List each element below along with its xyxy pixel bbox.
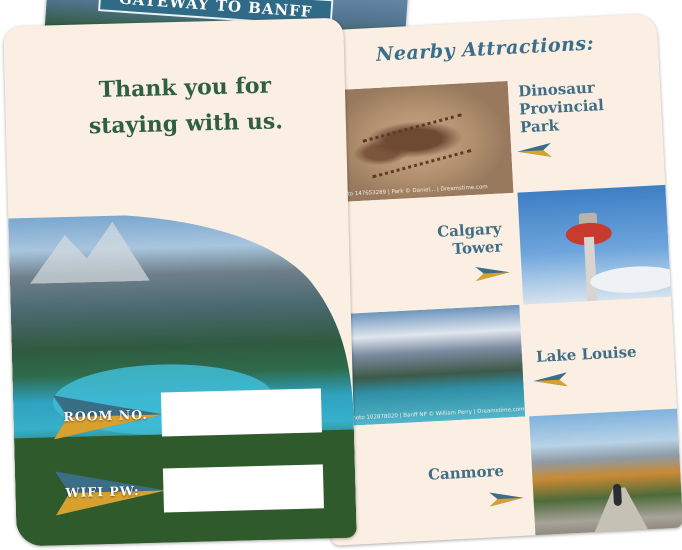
attraction-label-canmore: Canmore [427, 461, 505, 484]
room-number-label: ROOM NO. [63, 406, 148, 425]
wifi-password-row: WIFI PW: [54, 464, 326, 516]
attraction-label-dinosaur: Dinosaur Provincial Park [517, 78, 605, 137]
arrow-right-icon [475, 266, 510, 281]
attraction-label-lake-louise: Lake Louise [535, 342, 638, 366]
welcome-card: Thank you for staying with us. ROOM NO. … [3, 17, 357, 547]
arrow-left-icon [533, 372, 568, 387]
attraction-label-calgary-tower: Calgary Tower [436, 219, 503, 259]
attractions-card: Nearby Attractions: Photo 147653289 | Pa… [304, 13, 682, 546]
lake-louise-photo: Photo 102878020 | Banff NP © William Per… [333, 304, 526, 427]
calgary-tower-photo [517, 184, 672, 305]
room-number-row: ROOM NO. [52, 388, 324, 440]
room-number-field[interactable] [160, 388, 322, 437]
dinosaur-park-photo: Photo 147653289 | Park © Daniel... | Dre… [321, 81, 514, 203]
wifi-password-label: WIFI PW: [65, 483, 140, 501]
thank-you-message: Thank you for staying with us. [88, 72, 284, 140]
arrow-right-icon [489, 492, 524, 507]
arrow-left-icon [517, 142, 552, 157]
attractions-title: Nearby Attractions: [375, 32, 595, 66]
canmore-photo [529, 408, 682, 539]
wifi-password-field[interactable] [162, 464, 324, 513]
